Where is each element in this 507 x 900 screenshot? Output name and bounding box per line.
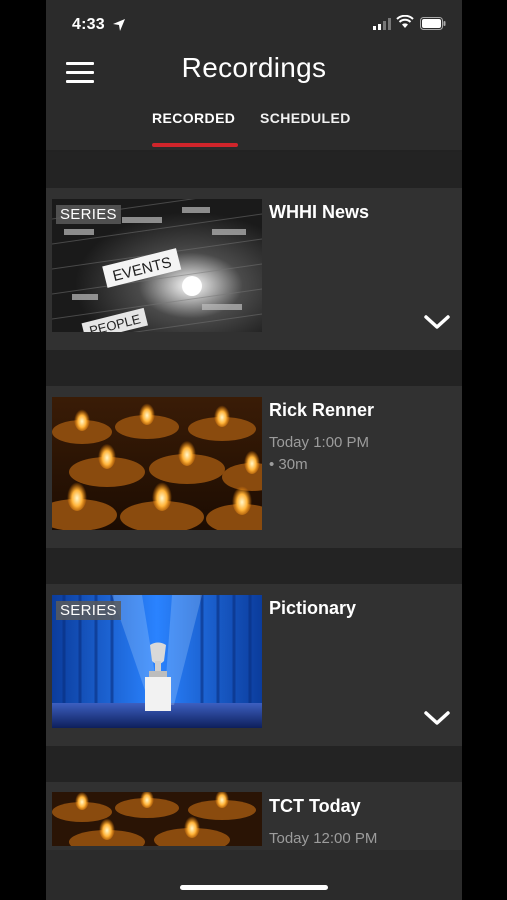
tab-recorded[interactable]: RECORDED <box>152 110 235 126</box>
battery-icon <box>420 17 446 30</box>
recordings-list: EVENTS PEOPLE SERIES WHHI News Rick Renn… <box>46 152 462 850</box>
recording-item-whhi-news[interactable]: EVENTS PEOPLE SERIES WHHI News <box>46 188 462 350</box>
series-badge: SERIES <box>56 601 121 620</box>
tab-scheduled[interactable]: SCHEDULED <box>260 110 351 126</box>
location-arrow-icon <box>113 19 125 31</box>
thumbnail-stage-trophy: SERIES <box>52 595 262 728</box>
recording-item-tct-today[interactable]: TCT Today Today 12:00 PM <box>46 782 462 850</box>
phone-screen: 4:33 Recordings RECORDED SCHEDULED EVENT… <box>46 0 462 900</box>
recording-item-pictionary[interactable]: SERIES Pictionary <box>46 584 462 746</box>
recording-meta: Today 1:00 PM • 30m <box>269 432 369 476</box>
recording-duration: • 30m <box>269 456 308 473</box>
wifi-icon <box>396 15 414 28</box>
recording-title: WHHI News <box>269 202 370 222</box>
recording-title: Pictionary <box>269 598 357 618</box>
recording-item-rick-renner[interactable]: Rick Renner Today 1:00 PM • 30m <box>46 386 462 548</box>
tab-bar: RECORDED SCHEDULED <box>46 108 462 150</box>
recording-title: Rick Renner <box>269 400 375 420</box>
recording-meta: Today 12:00 PM <box>269 828 377 850</box>
recording-airtime: Today 1:00 PM <box>269 434 370 451</box>
chevron-down-icon[interactable] <box>424 710 450 726</box>
chevron-down-icon[interactable] <box>424 314 450 330</box>
home-indicator[interactable] <box>180 885 328 890</box>
status-bar: 4:33 <box>46 0 462 52</box>
recording-title: TCT Today <box>269 796 361 816</box>
signal-icon <box>373 18 391 30</box>
active-tab-indicator <box>152 143 238 147</box>
status-time: 4:33 <box>72 16 105 33</box>
recording-airtime: Today 12:00 PM <box>269 830 378 847</box>
thumbnail-events-wordcloud: EVENTS PEOPLE SERIES <box>52 199 262 332</box>
thumbnail-candles <box>52 792 262 846</box>
page-title: Recordings <box>181 52 327 83</box>
series-badge: SERIES <box>56 205 121 224</box>
thumbnail-candles <box>52 397 262 530</box>
